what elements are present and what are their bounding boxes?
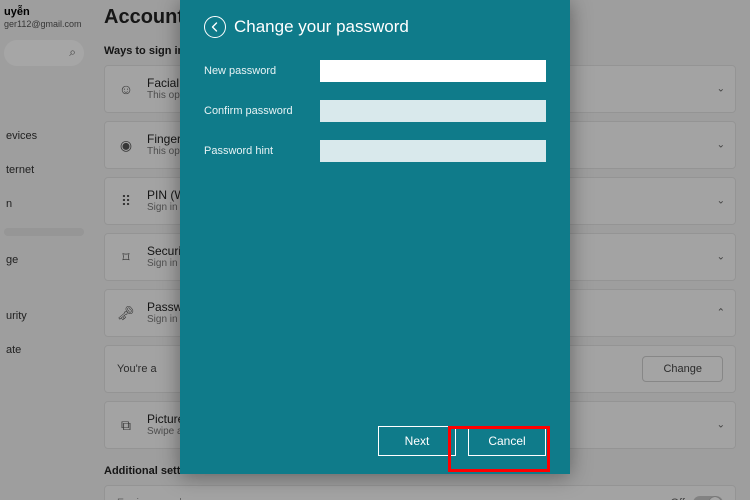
dialog-title: Change your password — [234, 17, 409, 37]
dialog-header: Change your password — [204, 16, 546, 38]
cancel-button[interactable]: Cancel — [468, 426, 546, 456]
back-icon[interactable] — [204, 16, 226, 38]
change-password-dialog: Change your password New password Confir… — [180, 0, 570, 474]
password-hint-input[interactable] — [320, 140, 546, 162]
confirm-password-label: Confirm password — [204, 105, 312, 117]
new-password-input[interactable] — [320, 60, 546, 82]
new-password-label: New password — [204, 65, 312, 77]
password-hint-row: Password hint — [204, 140, 546, 162]
confirm-password-input[interactable] — [320, 100, 546, 122]
dialog-footer: Next Cancel — [378, 426, 546, 456]
next-button[interactable]: Next — [378, 426, 456, 456]
new-password-row: New password — [204, 60, 546, 82]
confirm-password-row: Confirm password — [204, 100, 546, 122]
password-hint-label: Password hint — [204, 145, 312, 157]
